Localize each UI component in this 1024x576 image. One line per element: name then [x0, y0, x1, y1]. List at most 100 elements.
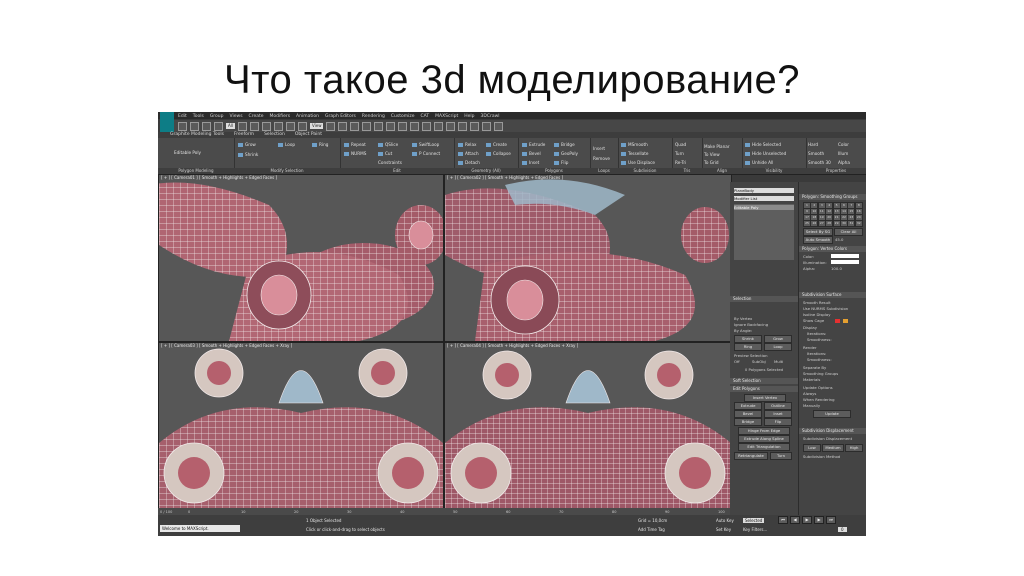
- key-filters-button[interactable]: Key Filters...: [743, 527, 767, 532]
- schematic-view-icon[interactable]: [446, 121, 456, 131]
- isoline-display-checkbox[interactable]: Isoline Display: [803, 312, 862, 317]
- repeat-button[interactable]: Repeat: [344, 142, 366, 147]
- current-frame-field[interactable]: 0: [838, 527, 847, 532]
- relax-button[interactable]: Relax: [458, 142, 477, 147]
- bevel-poly-button[interactable]: Bevel: [734, 410, 762, 418]
- viewport-label-2[interactable]: [ + ] [ Camera02 ] [ Smooth + Highlights…: [447, 175, 563, 180]
- shrink-selection-button[interactable]: Shrink: [734, 335, 762, 343]
- scale-icon[interactable]: [297, 121, 307, 131]
- layer-manager-icon[interactable]: [422, 121, 432, 131]
- hinge-from-edge-button[interactable]: Hinge From Edge: [738, 427, 790, 435]
- preview-multi-radio[interactable]: Multi: [774, 359, 794, 364]
- flip-button[interactable]: Flip: [554, 160, 568, 165]
- undo-icon[interactable]: [178, 121, 187, 131]
- viewport-camera03[interactable]: [158, 342, 444, 510]
- edit-triangulation-button[interactable]: Edit Triangulation: [738, 443, 790, 451]
- turn-button[interactable]: Turn: [675, 151, 684, 156]
- modifier-list-dropdown[interactable]: Modifier List: [734, 196, 794, 201]
- bevel-button[interactable]: Bevel: [522, 151, 541, 156]
- create-button[interactable]: Create: [486, 142, 507, 147]
- preset-high-button[interactable]: High: [845, 444, 863, 452]
- msmooth-button[interactable]: MSmooth: [621, 142, 648, 147]
- inset-poly-button[interactable]: Inset: [764, 410, 792, 418]
- select-by-sg-button[interactable]: Select By SG: [803, 228, 833, 236]
- select-by-name-icon[interactable]: [249, 121, 259, 131]
- hide-unselected-button[interactable]: Hide Unselected: [745, 151, 786, 156]
- preset-low-button[interactable]: Low: [803, 444, 821, 452]
- named-selection-icon[interactable]: [386, 121, 396, 131]
- angle-snap-icon[interactable]: [350, 121, 360, 131]
- attach-button[interactable]: Attach: [458, 151, 479, 156]
- viewport-label-1[interactable]: [ + ] [ Camera01 ] [ Smooth + Highlights…: [161, 175, 277, 180]
- hide-selected-button[interactable]: Hide Selected: [745, 142, 781, 147]
- previous-frame-icon[interactable]: ◀: [790, 516, 800, 524]
- retri-button[interactable]: Re-Tri: [675, 160, 686, 165]
- reference-coordinate-dropdown[interactable]: View: [309, 123, 324, 129]
- outline-poly-button[interactable]: Outline: [764, 402, 792, 410]
- geopoly-button[interactable]: GeoPoly: [554, 151, 578, 156]
- inset-button[interactable]: Inset: [522, 160, 539, 165]
- use-nurms-checkbox[interactable]: Use NURMS Subdivision: [803, 306, 862, 311]
- editable-poly-item[interactable]: Editable Poly: [174, 150, 201, 155]
- extrude-button[interactable]: Extrude: [522, 142, 545, 147]
- loop-button[interactable]: Loop: [278, 142, 295, 147]
- smooth-result-checkbox[interactable]: Smooth Result: [803, 300, 862, 305]
- subdivision-displacement-checkbox[interactable]: Subdivision Displacement: [803, 436, 862, 441]
- set-key-button[interactable]: Set Key: [716, 527, 731, 532]
- add-time-tag-button[interactable]: Add Time Tag: [638, 527, 665, 532]
- shrink-button[interactable]: Shrink: [238, 152, 258, 157]
- alpha-value[interactable]: 100.0: [831, 266, 862, 271]
- p-connect-button[interactable]: P Connect: [412, 151, 440, 156]
- make-planar-button[interactable]: Make Planar: [704, 144, 730, 149]
- grow-button[interactable]: Grow: [238, 142, 256, 147]
- percent-snap-icon[interactable]: [362, 121, 372, 131]
- material-editor-icon[interactable]: [458, 121, 468, 131]
- next-frame-icon[interactable]: ▶: [814, 516, 824, 524]
- illumination-swatch[interactable]: [831, 260, 859, 264]
- selection-rollout-header[interactable]: Selection: [730, 296, 798, 302]
- align-icon[interactable]: [410, 121, 420, 131]
- clear-all-sg-button[interactable]: Clear All: [834, 228, 863, 236]
- go-to-end-icon[interactable]: ⏭: [826, 516, 836, 524]
- smoothing-group-button[interactable]: 32: [854, 220, 863, 227]
- play-icon[interactable]: ▶: [802, 516, 812, 524]
- vertex-color-swatch[interactable]: [831, 254, 859, 258]
- grow-selection-button[interactable]: Grow: [764, 335, 792, 343]
- modifier-stack[interactable]: [734, 204, 794, 260]
- extrude-along-spline-button[interactable]: Extrude Along Spline: [738, 435, 790, 443]
- constraints-button[interactable]: Constraints: [378, 160, 402, 165]
- cut-button[interactable]: Cut: [378, 151, 392, 156]
- separate-materials-checkbox[interactable]: Materials: [803, 377, 862, 382]
- detach-button[interactable]: Detach: [458, 160, 480, 165]
- update-when-rendering-radio[interactable]: When Rendering: [803, 397, 862, 402]
- preset-medium-button[interactable]: Medium: [822, 444, 844, 452]
- qslice-button[interactable]: QSlice: [378, 142, 398, 147]
- ring-selection-button[interactable]: Ring: [734, 343, 762, 351]
- rotate-icon[interactable]: [285, 121, 295, 131]
- viewport-label-4[interactable]: [ + ] [ Camera04 ] [ Smooth + Highlights…: [447, 343, 578, 348]
- viewport-label-3[interactable]: [ + ] [ Camera03 ] [ Smooth + Highlights…: [161, 343, 292, 348]
- vertex-colors-header[interactable]: Polygon: Vertex Colors: [799, 246, 866, 252]
- move-icon[interactable]: [273, 121, 283, 131]
- bridge-button[interactable]: Bridge: [554, 142, 575, 147]
- subdivision-displacement-header[interactable]: Subdivision Displacement: [799, 428, 866, 434]
- tessellate-button[interactable]: Tessellate: [621, 151, 648, 156]
- unhide-all-button[interactable]: Unhide All: [745, 160, 773, 165]
- update-always-radio[interactable]: Always: [803, 391, 862, 396]
- mirror-icon[interactable]: [398, 121, 408, 131]
- to-grid-button[interactable]: To Grid: [704, 160, 719, 165]
- select-icon[interactable]: [237, 121, 247, 131]
- preview-subobj-radio[interactable]: SubObj: [752, 359, 772, 364]
- collapse-button[interactable]: Collapse: [486, 151, 511, 156]
- flip-poly-button[interactable]: Flip: [764, 418, 792, 426]
- auto-smooth-button[interactable]: Auto Smooth: [803, 236, 833, 244]
- region-select-icon[interactable]: [261, 121, 271, 131]
- curve-editor-icon[interactable]: [434, 121, 444, 131]
- pivot-icon[interactable]: [326, 121, 336, 131]
- key-selection-dropdown[interactable]: Selected: [743, 518, 765, 523]
- stack-item-editable-poly[interactable]: Editable Poly: [734, 205, 794, 210]
- snap-icon[interactable]: [338, 121, 348, 131]
- bridge-poly-button[interactable]: Bridge: [734, 418, 762, 426]
- update-button[interactable]: Update: [813, 410, 851, 418]
- link-icon[interactable]: [202, 121, 211, 131]
